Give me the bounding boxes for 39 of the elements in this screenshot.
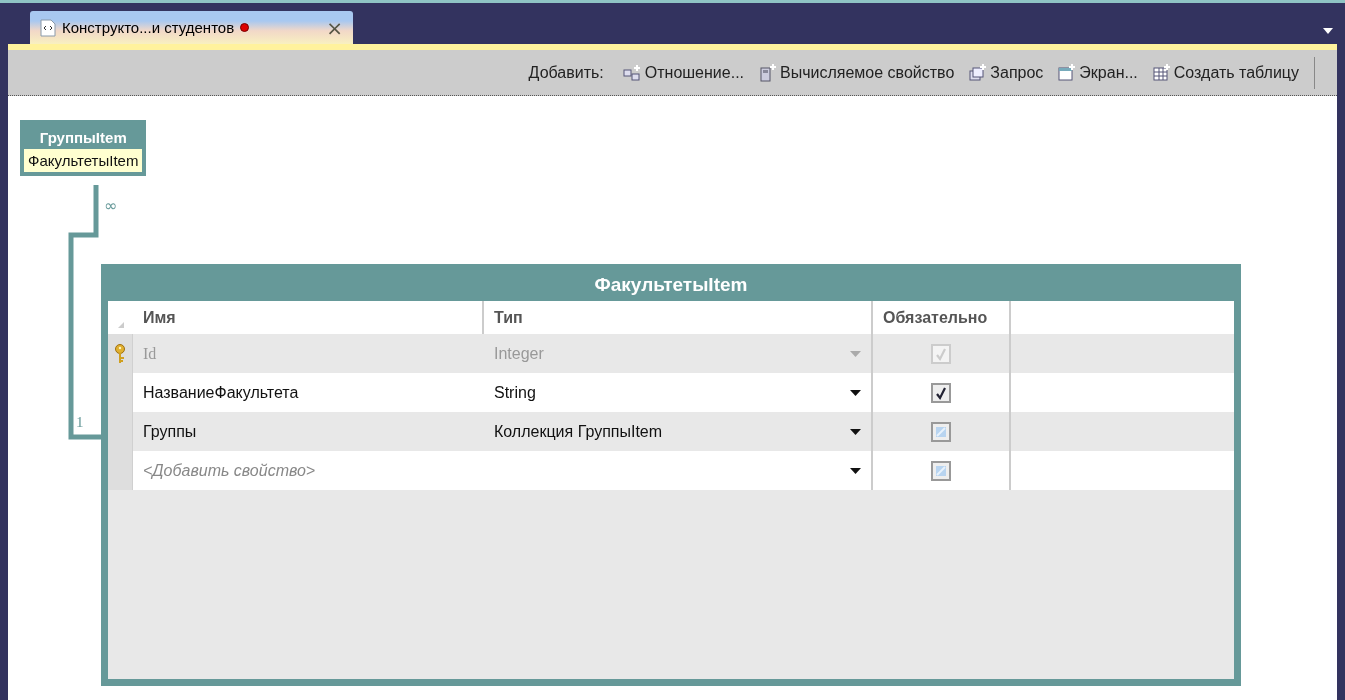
multiplicity-label: ∞	[104, 196, 118, 215]
type-value: String	[494, 383, 536, 402]
toolbar-button[interactable]: Экран...	[1052, 61, 1143, 84]
dropdown-arrow-icon	[850, 467, 861, 474]
entity-title: ФакультетыItem	[593, 273, 749, 297]
type-value: Integer	[494, 344, 544, 363]
dropdown-arrow-icon	[850, 389, 861, 396]
row-selector[interactable]	[108, 451, 133, 490]
property-name: НазваниеФакультета	[142, 382, 300, 403]
dropdown-arrow-icon	[850, 350, 861, 357]
stacked-windows-icon	[968, 63, 989, 82]
toolbar-button[interactable]: Вычисляемое свойство	[753, 61, 960, 84]
grid-icon	[1151, 63, 1172, 82]
add-label: Добавить:	[528, 63, 604, 82]
toolbar-button[interactable]: Создать таблицу	[1146, 61, 1304, 84]
property-name: Id	[142, 343, 158, 364]
toolbar-button[interactable]: Запрос	[963, 61, 1049, 84]
property-name: Группы	[142, 421, 198, 442]
required-checkbox[interactable]	[931, 421, 951, 442]
multiplicity-label: 1	[76, 414, 84, 431]
relation-icon	[622, 63, 643, 82]
code-file-icon	[40, 18, 56, 37]
toolbar-button[interactable]: Отношение...	[617, 61, 749, 84]
corner-icon	[117, 322, 124, 328]
required-checkbox[interactable]	[931, 382, 951, 403]
close-button[interactable]: ×	[326, 17, 343, 38]
unsaved-dot-icon	[240, 23, 250, 32]
tab-title: Конструкто...и студентов	[62, 19, 235, 36]
calculator-icon	[758, 63, 778, 82]
navigation-property[interactable]: ФакультетыItem	[24, 149, 143, 172]
entity-card[interactable]: ГруппыItem ФакультетыItem	[20, 120, 147, 176]
required-checkbox[interactable]	[931, 460, 951, 481]
dropdown-arrow-icon[interactable]	[1323, 28, 1333, 34]
document-tab[interactable]: Конструкто...и студентов ×	[30, 11, 353, 44]
key-icon	[114, 343, 126, 364]
type-value: Коллекция ГруппыItem	[494, 422, 663, 441]
entity-title: ГруппыItem	[38, 128, 128, 148]
window-icon	[1057, 63, 1078, 82]
dropdown-arrow-icon	[850, 428, 861, 435]
